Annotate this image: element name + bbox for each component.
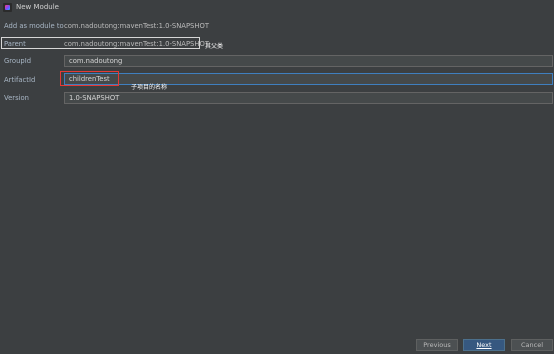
next-button-label: Next [476,341,492,349]
version-label: Version [4,94,29,102]
cancel-button[interactable]: Cancel [511,339,553,351]
artifactid-annotation: 子项目的名称 [131,84,168,91]
parent-annotation: 其父类 [205,43,224,50]
window-titlebar: New Module [0,0,554,15]
next-button[interactable]: Next [463,339,505,351]
add-as-module-row: Add as module to com.nadoutong:mavenTest… [0,19,554,33]
groupid-label: GroupId [4,57,32,65]
window-title: New Module [16,3,59,11]
parent-label: Parent [4,40,26,48]
add-as-module-value: com.nadoutong:mavenTest:1.0-SNAPSHOT [64,22,209,30]
artifactid-label: ArtifactId [4,76,36,84]
version-input[interactable]: 1.0-SNAPSHOT [64,92,553,104]
previous-button[interactable]: Previous [416,339,458,351]
artifactid-row: ArtifactId childrenTest 子项目的名称 [0,71,554,91]
previous-button-label: Previous [423,341,451,349]
cancel-button-label: Cancel [520,341,544,349]
groupid-row: GroupId com.nadoutong [0,54,554,68]
version-row: Version 1.0-SNAPSHOT [0,91,554,105]
parent-value[interactable]: com.nadoutong:mavenTest:1.0-SNAPSHOT [64,40,209,48]
parent-row: Parent com.nadoutong:mavenTest:1.0-SNAPS… [0,37,554,51]
groupid-input[interactable]: com.nadoutong [64,55,553,67]
app-logo-icon [3,3,12,12]
add-as-module-label: Add as module to [4,22,64,30]
artifactid-highlight-box [60,71,119,86]
